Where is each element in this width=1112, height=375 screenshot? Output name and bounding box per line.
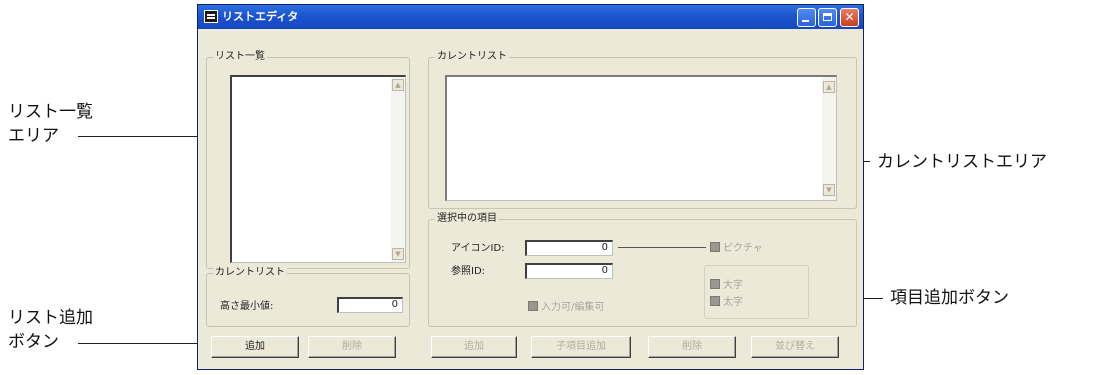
scroll-up-arrow-icon[interactable]: ▲ <box>823 81 835 93</box>
checkbox-icon <box>710 296 720 306</box>
annotation-list-area: リスト一覧 エリア <box>8 100 93 148</box>
icon-id-field[interactable]: 0 <box>525 240 613 256</box>
delete-item-button[interactable]: 削除 <box>648 336 736 358</box>
sort-button[interactable]: 並び替え <box>751 336 839 358</box>
app-icon <box>204 10 218 23</box>
delete-list-button[interactable]: 削除 <box>308 336 396 358</box>
selected-item-label: 選択中の項目 <box>435 212 499 226</box>
list-editor-window: リストエディタ ✕ リスト一覧 ▲ ▼ カレントリスト 高さ最小値: 0 カレン… <box>197 4 864 370</box>
annotation-current-list-area: カレントリストエリア <box>877 152 1047 172</box>
minimize-button[interactable] <box>797 8 816 27</box>
checkbox-icon <box>710 279 720 289</box>
checkbox-icon <box>710 242 720 252</box>
current-list-scrollbar[interactable]: ▲ ▼ <box>822 77 836 200</box>
editable-checkbox[interactable]: 入力可/編集可 <box>528 301 604 314</box>
bold-checkbox[interactable]: 太字 <box>710 296 743 309</box>
list-overview-listbox[interactable]: ▲ ▼ <box>230 75 406 263</box>
title-bar[interactable]: リストエディタ ✕ <box>198 5 863 29</box>
scroll-down-arrow-icon[interactable]: ▼ <box>392 248 404 260</box>
ref-id-field[interactable]: 0 <box>525 263 613 279</box>
maximize-button[interactable] <box>818 8 837 27</box>
picture-checkbox[interactable]: ピクチャ <box>710 242 763 255</box>
font-style-group <box>704 265 809 319</box>
large-checkbox[interactable]: 大字 <box>710 279 743 292</box>
annotation-add-list-button: リスト追加 ボタン <box>8 306 93 354</box>
picture-checkbox-label: ピクチャ <box>723 243 763 254</box>
icon-id-label: アイコンID: <box>451 243 505 254</box>
annotation-add-list-line2: ボタン <box>8 332 59 352</box>
current-list-listbox[interactable]: ▲ ▼ <box>445 75 837 201</box>
close-button[interactable]: ✕ <box>840 8 859 27</box>
annotation-add-list-line1: リスト追加 <box>8 308 93 328</box>
large-checkbox-label: 大字 <box>723 280 743 291</box>
icon-id-connector <box>618 247 706 248</box>
list-overview-scrollbar[interactable]: ▲ ▼ <box>391 77 405 262</box>
scroll-up-arrow-icon[interactable]: ▲ <box>392 79 404 91</box>
window-title: リストエディタ <box>222 10 299 23</box>
annotation-list-area-line1: リスト一覧 <box>8 102 93 122</box>
add-item-button[interactable]: 追加 <box>431 336 517 358</box>
add-sub-item-button[interactable]: 子項目追加 <box>531 336 631 358</box>
scroll-down-arrow-icon[interactable]: ▼ <box>823 184 835 196</box>
min-height-field[interactable]: 0 <box>337 297 403 313</box>
editable-checkbox-label: 入力可/編集可 <box>541 302 605 313</box>
current-list-settings-label: カレントリスト <box>213 266 287 280</box>
min-height-label: 高さ最小値: <box>220 301 274 312</box>
add-list-button[interactable]: 追加 <box>211 336 299 358</box>
ref-id-label: 参照ID: <box>451 266 486 277</box>
current-list-label: カレントリスト <box>435 50 509 64</box>
annotation-add-item-button: 項目追加ボタン <box>890 288 1009 308</box>
list-overview-label: リスト一覧 <box>213 50 267 64</box>
bold-checkbox-label: 太字 <box>723 297 743 308</box>
checkbox-icon <box>528 301 538 311</box>
